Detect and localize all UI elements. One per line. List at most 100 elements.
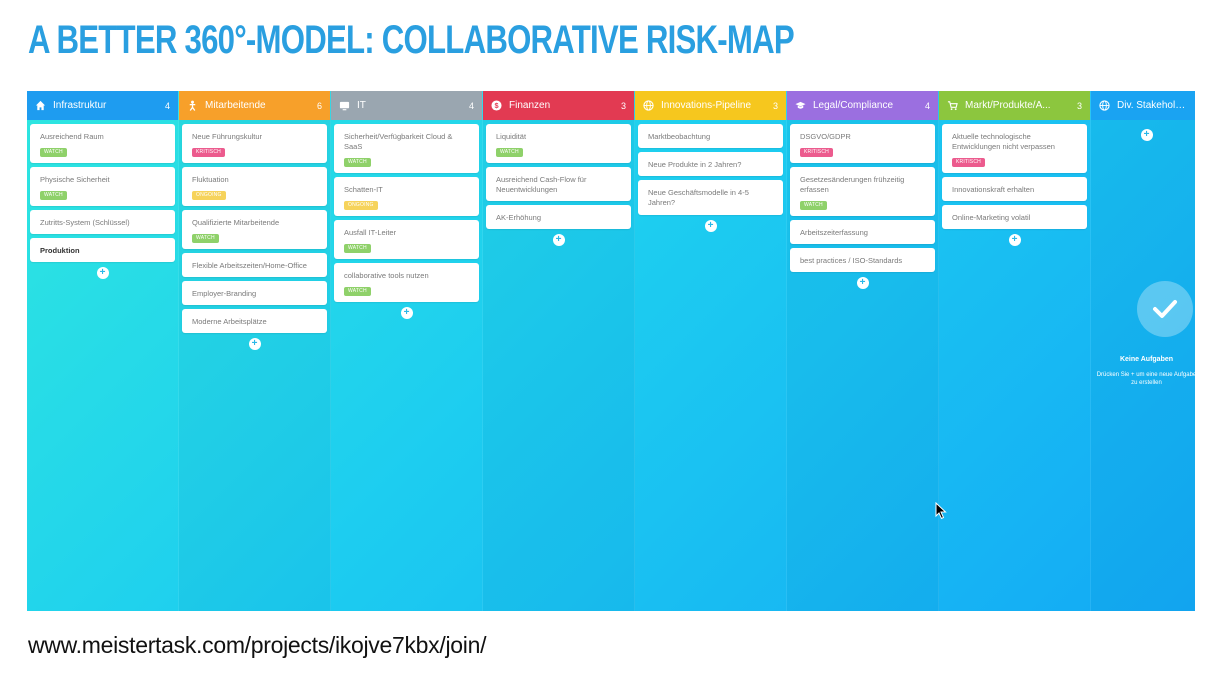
column-task-count: 3 <box>1076 100 1082 111</box>
add-task-button[interactable]: + <box>96 267 109 279</box>
task-title: Employer-Branding <box>192 288 257 298</box>
task-title: Schatten-IT <box>344 185 383 194</box>
column-it: IT 4 Sicherheit/Verfügbarkeit Cloud & SaaS… <box>331 91 483 611</box>
task-card[interactable]: Schatten-IT ongoing <box>334 177 479 216</box>
project-url[interactable]: www.meistertask.com/projects/ikojve7kbx/… <box>28 632 486 659</box>
task-title: collaborative tools nutzen <box>344 270 429 280</box>
column-header[interactable]: Div. Stakeholders <box>1091 91 1195 120</box>
tag-watch[interactable]: watch <box>40 191 67 200</box>
column-title: Innovations-Pipeline <box>661 100 752 111</box>
task-card[interactable]: Innovationskraft erhalten <box>942 177 1087 202</box>
task-title: Sicherheit/Verfügbarkeit Cloud & SaaS <box>344 132 453 152</box>
checkmark-icon <box>1137 281 1193 337</box>
add-task-button[interactable]: + <box>1140 129 1153 141</box>
column-task-count: 3 <box>620 100 626 111</box>
tag-ongoing[interactable]: ongoing <box>192 191 226 200</box>
add-task-button[interactable]: + <box>248 338 261 350</box>
tag-ongoing[interactable]: ongoing <box>344 201 378 210</box>
tag-watch[interactable]: watch <box>496 148 523 157</box>
column-title: Infrastruktur <box>53 100 107 111</box>
column-header[interactable]: Innovations-Pipeline 3 <box>635 91 786 120</box>
card-list: DSGVO/GDPR KRITISCH Gesetzesänderungen frü… <box>787 120 938 290</box>
task-card[interactable]: Flexible Arbeitszeiten/Home-Office <box>182 252 327 277</box>
card-list: Neue Führungskultur KRITISCH Fluktuation on… <box>179 120 330 350</box>
task-card[interactable]: Liquidität watch <box>486 124 631 163</box>
monitor-icon <box>339 100 350 111</box>
task-card[interactable]: Ausreichend Cash-Flow für Neuentwicklung… <box>486 166 631 202</box>
task-card[interactable]: Zutritts-System (Schlüssel) <box>30 209 175 234</box>
add-task-button[interactable]: + <box>400 306 413 319</box>
task-card[interactable]: Neue Produkte in 2 Jahren? <box>638 152 783 177</box>
task-title: Innovationskraft erhalten <box>952 185 1035 194</box>
task-title: DSGVO/GDPR <box>800 132 851 141</box>
task-card[interactable]: Neue Geschäftsmodelle in 4-5 Jahren? <box>638 180 783 215</box>
column-title: Div. Stakeholders <box>1117 100 1190 111</box>
column-title: Mitarbeitende <box>205 100 266 111</box>
task-title: Marktbeobachtung <box>648 132 711 141</box>
task-card[interactable]: Ausreichend Raum watch <box>30 124 175 163</box>
task-title: Ausreichend Raum <box>40 132 104 141</box>
task-card[interactable]: AK-Erhöhung <box>486 205 631 230</box>
tag-watch[interactable]: watch <box>344 244 371 253</box>
task-card[interactable]: Fluktuation ongoing <box>182 166 327 206</box>
card-list: Ausreichend Raum watch Physische Sicherhei… <box>27 120 178 279</box>
task-card[interactable]: Moderne Arbeitsplätze <box>182 308 327 333</box>
task-card[interactable]: Online-Marketing volatil <box>942 205 1087 230</box>
tag-kritisch[interactable]: KRITISCH <box>192 148 225 157</box>
column-innovations-pipeline: Innovations-Pipeline 3 Marktbeobachtung Neu… <box>635 91 787 611</box>
task-title: Zutritts-System (Schlüssel) <box>40 217 130 227</box>
column-markt-produkte-a: Markt/Produkte/A... 3 Aktuelle technologis… <box>939 91 1091 611</box>
add-task-button[interactable]: + <box>704 219 717 232</box>
task-card[interactable]: Sicherheit/Verfügbarkeit Cloud & SaaS wat… <box>334 124 479 173</box>
tag-kritisch[interactable]: KRITISCH <box>952 158 985 167</box>
task-title: Gesetzesänderungen frühzeitig erfassen <box>800 174 905 194</box>
mouse-cursor-icon <box>935 502 947 520</box>
column-header[interactable]: IT 4 <box>331 91 482 120</box>
task-card[interactable]: Employer-Branding <box>182 280 327 305</box>
person-icon <box>187 100 198 111</box>
add-task-button[interactable]: + <box>1008 234 1021 247</box>
task-card[interactable]: Physische Sicherheit watch <box>30 166 175 206</box>
card-list: Liquidität watch Ausreichend Cash-Flow für… <box>483 120 634 247</box>
task-card[interactable]: collaborative tools nutzen watch <box>334 262 479 302</box>
task-title: Physische Sicherheit <box>40 174 110 184</box>
task-card[interactable]: Arbeitszeiterfassung <box>790 219 935 244</box>
column-header[interactable]: $ Finanzen 3 <box>483 91 634 120</box>
column-title: Legal/Compliance <box>813 100 894 111</box>
tag-watch[interactable]: watch <box>800 201 827 210</box>
task-board: Infrastruktur 4 Ausreichend Raum watch Physi… <box>27 91 1195 611</box>
tag-watch[interactable]: watch <box>192 233 219 243</box>
task-card[interactable]: Marktbeobachtung <box>638 124 783 149</box>
task-title: AK-Erhöhung <box>496 213 542 223</box>
task-card[interactable]: Aktuelle technologische Entwicklungen ni… <box>942 124 1087 173</box>
task-card[interactable]: Gesetzesänderungen frühzeitig erfassen wa… <box>790 166 935 216</box>
tag-watch[interactable]: watch <box>40 148 67 157</box>
column-title: IT <box>357 100 366 111</box>
tag-kritisch[interactable]: KRITISCH <box>800 148 833 157</box>
column-header[interactable]: Infrastruktur 4 <box>27 91 178 120</box>
task-title: Ausreichend Cash-Flow für Neuentwicklung… <box>496 174 587 194</box>
column-task-count: 4 <box>164 100 170 111</box>
cart-icon <box>947 100 958 111</box>
empty-state-hint: Drücken Sie + um eine neue Aufgabe zu er… <box>1096 372 1195 387</box>
task-title: Neue Geschäftsmodelle in 4-5 Jahren? <box>648 188 749 208</box>
home-icon <box>35 100 46 111</box>
column-header[interactable]: Legal/Compliance 4 <box>787 91 938 120</box>
task-card[interactable]: Neue Führungskultur KRITISCH <box>182 124 327 163</box>
task-title: Aktuelle technologische Entwicklungen ni… <box>952 132 1055 152</box>
add-task-button[interactable]: + <box>552 234 565 247</box>
column-header[interactable]: Markt/Produkte/A... 3 <box>939 91 1090 120</box>
globe-icon <box>1099 100 1110 111</box>
task-card[interactable]: Ausfall IT-Leiter watch <box>334 219 479 259</box>
tag-watch[interactable]: watch <box>344 158 371 167</box>
column-header[interactable]: Mitarbeitende 6 <box>179 91 330 120</box>
task-card[interactable]: best practices / ISO-Standards <box>790 248 935 273</box>
task-card[interactable]: DSGVO/GDPR KRITISCH <box>790 124 935 163</box>
task-title: Arbeitszeiterfassung <box>800 227 868 237</box>
tag-watch[interactable]: watch <box>344 286 371 296</box>
task-card[interactable]: Qualifizierte Mitarbeitende watch <box>182 209 327 249</box>
add-task-button[interactable]: + <box>856 277 869 290</box>
task-title: Neue Führungskultur <box>192 132 263 141</box>
task-card[interactable]: Produktion <box>30 237 175 262</box>
card-list: Sicherheit/Verfügbarkeit Cloud & SaaS wat… <box>331 120 482 319</box>
